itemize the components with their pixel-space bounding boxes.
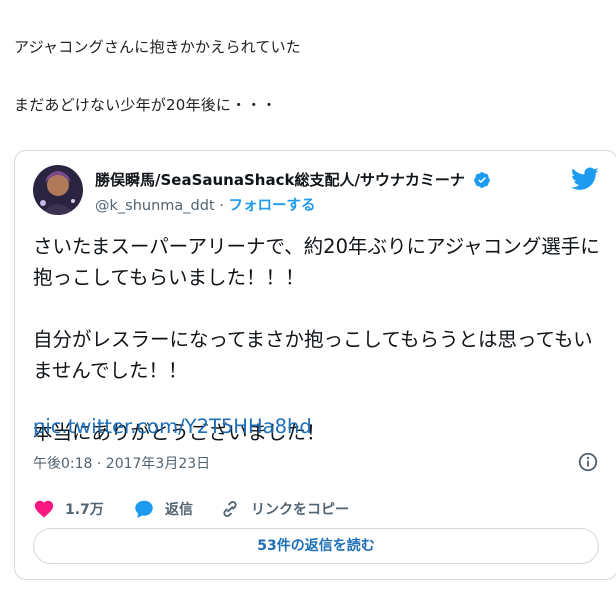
copy-link-button[interactable]: リンクをコピー <box>219 497 349 521</box>
copy-link-label: リンクをコピー <box>251 502 349 518</box>
follow-button[interactable]: フォローする <box>228 198 315 214</box>
link-icon <box>223 501 237 517</box>
verified-badge-icon <box>474 172 490 188</box>
author-name[interactable]: 勝俣瞬馬/SeaSaunaShack総支配人/サウナカミーナ <box>95 169 465 190</box>
heart-icon <box>34 500 54 518</box>
like-count: 1.7万 <box>65 502 104 518</box>
reply-label: 返信 <box>165 502 193 518</box>
avatar[interactable] <box>33 165 83 215</box>
tweet-actions: 1.7万 返信 リンクをコピー <box>33 497 603 521</box>
tweet-timestamp[interactable]: 午後0:18 · 2017年3月23日 <box>33 453 210 473</box>
intro-line-1: アジャコングさんに抱きかかえられていた <box>14 38 302 56</box>
handle[interactable]: @k_shunma_ddt <box>95 198 215 214</box>
embedded-tweet-card[interactable]: 勝俣瞬馬/SeaSaunaShack総支配人/サウナカミーナ @k_shunma… <box>14 150 616 580</box>
twitter-bird-icon[interactable] <box>571 167 599 191</box>
like-button[interactable]: 1.7万 <box>33 497 104 521</box>
reply-button[interactable]: 返信 <box>133 497 193 521</box>
reply-icon <box>135 500 153 518</box>
handle-row: @k_shunma_ddt · フォローする <box>95 194 315 215</box>
info-icon[interactable] <box>577 451 599 473</box>
read-replies-button[interactable]: 53件の返信を読む <box>33 528 599 564</box>
intro-line-2: まだあどけない少年が20年後に・・・ <box>14 96 277 114</box>
separator: · <box>214 198 229 214</box>
tweet-media-link[interactable]: pic.twitter.com/Y2T5HHa8hd <box>33 415 312 438</box>
